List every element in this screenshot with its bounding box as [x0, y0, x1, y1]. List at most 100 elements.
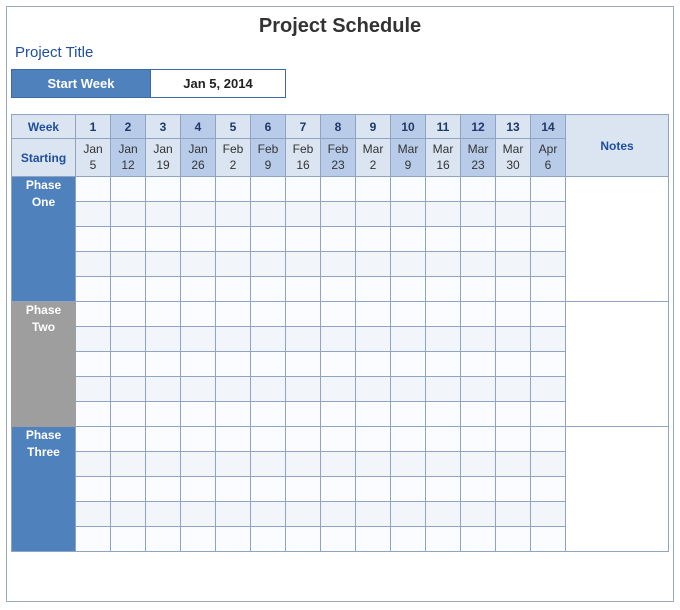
schedule-cell[interactable]: [461, 402, 496, 427]
schedule-cell[interactable]: [251, 527, 286, 552]
schedule-cell[interactable]: [531, 277, 566, 302]
schedule-cell[interactable]: [531, 402, 566, 427]
schedule-cell[interactable]: [531, 377, 566, 402]
schedule-cell[interactable]: [531, 252, 566, 277]
schedule-cell[interactable]: [286, 177, 321, 202]
schedule-cell[interactable]: [391, 277, 426, 302]
schedule-cell[interactable]: [216, 427, 251, 452]
schedule-cell[interactable]: [181, 227, 216, 252]
schedule-cell[interactable]: [111, 452, 146, 477]
schedule-cell[interactable]: [251, 302, 286, 327]
schedule-cell[interactable]: [286, 377, 321, 402]
schedule-cell[interactable]: [321, 177, 356, 202]
schedule-cell[interactable]: [251, 177, 286, 202]
schedule-cell[interactable]: [461, 277, 496, 302]
schedule-cell[interactable]: [391, 477, 426, 502]
schedule-cell[interactable]: [251, 502, 286, 527]
schedule-cell[interactable]: [356, 177, 391, 202]
schedule-cell[interactable]: [391, 527, 426, 552]
schedule-cell[interactable]: [286, 202, 321, 227]
schedule-cell[interactable]: [321, 402, 356, 427]
schedule-cell[interactable]: [461, 427, 496, 452]
schedule-cell[interactable]: [531, 202, 566, 227]
schedule-cell[interactable]: [181, 352, 216, 377]
schedule-cell[interactable]: [146, 302, 181, 327]
schedule-cell[interactable]: [496, 477, 531, 502]
schedule-cell[interactable]: [426, 502, 461, 527]
schedule-cell[interactable]: [461, 452, 496, 477]
schedule-cell[interactable]: [146, 277, 181, 302]
schedule-cell[interactable]: [251, 277, 286, 302]
schedule-cell[interactable]: [286, 477, 321, 502]
schedule-cell[interactable]: [216, 202, 251, 227]
schedule-cell[interactable]: [286, 527, 321, 552]
schedule-cell[interactable]: [531, 527, 566, 552]
schedule-cell[interactable]: [111, 427, 146, 452]
schedule-cell[interactable]: [181, 452, 216, 477]
schedule-cell[interactable]: [321, 302, 356, 327]
schedule-cell[interactable]: [426, 227, 461, 252]
schedule-cell[interactable]: [111, 252, 146, 277]
schedule-cell[interactable]: [321, 202, 356, 227]
schedule-cell[interactable]: [356, 452, 391, 477]
schedule-cell[interactable]: [426, 452, 461, 477]
schedule-cell[interactable]: [146, 202, 181, 227]
schedule-cell[interactable]: [216, 502, 251, 527]
schedule-cell[interactable]: [216, 377, 251, 402]
schedule-cell[interactable]: [461, 352, 496, 377]
schedule-cell[interactable]: [461, 302, 496, 327]
schedule-cell[interactable]: [426, 477, 461, 502]
schedule-cell[interactable]: [111, 202, 146, 227]
schedule-cell[interactable]: [531, 177, 566, 202]
schedule-cell[interactable]: [216, 452, 251, 477]
schedule-cell[interactable]: [356, 402, 391, 427]
schedule-cell[interactable]: [286, 502, 321, 527]
schedule-cell[interactable]: [531, 352, 566, 377]
schedule-cell[interactable]: [76, 427, 111, 452]
schedule-cell[interactable]: [391, 452, 426, 477]
schedule-cell[interactable]: [496, 427, 531, 452]
schedule-cell[interactable]: [286, 427, 321, 452]
schedule-cell[interactable]: [391, 327, 426, 352]
schedule-cell[interactable]: [496, 177, 531, 202]
schedule-cell[interactable]: [181, 427, 216, 452]
schedule-cell[interactable]: [356, 302, 391, 327]
schedule-cell[interactable]: [531, 302, 566, 327]
schedule-cell[interactable]: [111, 227, 146, 252]
schedule-cell[interactable]: [146, 402, 181, 427]
schedule-cell[interactable]: [356, 352, 391, 377]
schedule-cell[interactable]: [321, 277, 356, 302]
schedule-cell[interactable]: [111, 352, 146, 377]
schedule-cell[interactable]: [461, 202, 496, 227]
schedule-cell[interactable]: [146, 177, 181, 202]
schedule-cell[interactable]: [111, 377, 146, 402]
schedule-cell[interactable]: [76, 452, 111, 477]
schedule-cell[interactable]: [391, 502, 426, 527]
schedule-cell[interactable]: [216, 302, 251, 327]
schedule-cell[interactable]: [181, 277, 216, 302]
schedule-cell[interactable]: [146, 427, 181, 452]
schedule-cell[interactable]: [181, 402, 216, 427]
schedule-cell[interactable]: [461, 252, 496, 277]
schedule-cell[interactable]: [146, 527, 181, 552]
schedule-cell[interactable]: [76, 327, 111, 352]
schedule-cell[interactable]: [426, 252, 461, 277]
schedule-cell[interactable]: [146, 352, 181, 377]
schedule-cell[interactable]: [391, 202, 426, 227]
schedule-cell[interactable]: [146, 327, 181, 352]
schedule-cell[interactable]: [251, 202, 286, 227]
schedule-cell[interactable]: [391, 252, 426, 277]
schedule-cell[interactable]: [216, 252, 251, 277]
schedule-cell[interactable]: [286, 327, 321, 352]
schedule-cell[interactable]: [111, 327, 146, 352]
schedule-cell[interactable]: [356, 252, 391, 277]
schedule-cell[interactable]: [391, 402, 426, 427]
schedule-cell[interactable]: [356, 202, 391, 227]
schedule-cell[interactable]: [146, 252, 181, 277]
schedule-cell[interactable]: [251, 402, 286, 427]
schedule-cell[interactable]: [426, 377, 461, 402]
schedule-cell[interactable]: [181, 202, 216, 227]
schedule-cell[interactable]: [181, 477, 216, 502]
schedule-cell[interactable]: [286, 402, 321, 427]
schedule-cell[interactable]: [251, 477, 286, 502]
